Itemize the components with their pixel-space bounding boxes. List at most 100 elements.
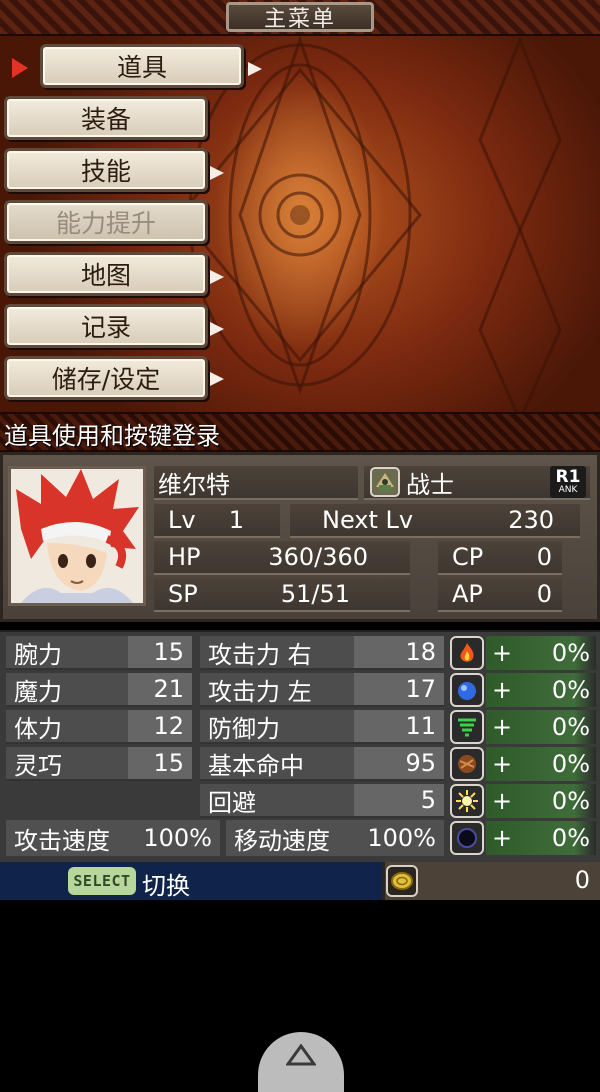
element-sign: +: [492, 639, 513, 667]
stat-evasion: 回避 5: [200, 784, 444, 818]
wind-icon: [450, 710, 484, 744]
element-sign: +: [492, 713, 513, 741]
stat-label: 基本命中: [208, 751, 304, 780]
menu-item-skills[interactable]: 技能: [4, 148, 208, 192]
chevron-up-icon: [286, 1044, 316, 1066]
select-button[interactable]: SELECT: [68, 867, 136, 895]
rank-badge-bottom: ANK: [558, 485, 578, 495]
submenu-arrow-icon: [210, 270, 224, 284]
next-level-value: 230: [508, 506, 554, 534]
stat-label: 灵巧: [14, 751, 62, 780]
cp-value: 0: [536, 543, 552, 571]
next-level-field: Next Lv 230: [290, 504, 580, 538]
element-value: 0%: [551, 639, 590, 667]
menu-item-label: 储存/设定: [51, 365, 161, 394]
stat-label: 攻击力 左: [208, 677, 312, 706]
move-speed-label: 移动速度: [234, 826, 330, 855]
stat-attack-left: 攻击力 左 17: [200, 673, 444, 707]
earth-icon: [450, 747, 484, 781]
character-name: 维尔特: [158, 470, 230, 499]
level-value: 1: [228, 506, 244, 534]
character-portrait: [8, 466, 146, 606]
stat-magic: 魔力 21: [6, 673, 192, 707]
stat-label: 回避: [208, 788, 256, 817]
hp-field: HP 360/360: [154, 541, 410, 575]
sp-value: 51/51: [280, 580, 350, 608]
stat-value: 15: [128, 636, 192, 668]
move-speed-value: 100%: [367, 824, 436, 852]
stat-value: 15: [128, 747, 192, 779]
submenu-arrow-icon: [210, 166, 224, 180]
menu-item-map[interactable]: 地图: [4, 252, 208, 296]
element-sign: +: [492, 787, 513, 815]
stat-value: 95: [354, 747, 444, 779]
character-portrait-art: [11, 469, 143, 603]
menu-item-label: 能力提升: [55, 209, 156, 238]
element-water-row: +0%: [450, 673, 596, 707]
sp-field: SP 51/51: [154, 578, 410, 612]
element-value: 0%: [551, 750, 590, 778]
stat-label: 腕力: [14, 640, 62, 669]
ap-label: AP: [452, 580, 483, 608]
stat-label: 防御力: [208, 714, 280, 743]
coin-icon: [386, 865, 418, 897]
fire-icon: [450, 636, 484, 670]
dark-icon: [450, 821, 484, 855]
menu-item-equipment[interactable]: 装备: [4, 96, 208, 140]
menu-item-label: 记录: [80, 313, 131, 342]
stat-value: 12: [128, 710, 192, 742]
next-level-label: Next Lv: [322, 506, 414, 534]
cp-label: CP: [452, 543, 484, 571]
level-label: Lv: [168, 506, 196, 534]
element-value: 0%: [551, 713, 590, 741]
stat-value: 5: [354, 784, 444, 816]
menu-item-label: 装备: [80, 105, 131, 134]
stat-value: 21: [128, 673, 192, 705]
menu-description: 道具使用和按键登录: [4, 422, 220, 450]
stat-value: 17: [354, 673, 444, 705]
stat-vitality: 体力 12: [6, 710, 192, 744]
water-icon: [450, 673, 484, 707]
menu-item-label: 地图: [80, 261, 131, 290]
level-field: Lv 1: [154, 504, 280, 538]
stat-label: 魔力: [14, 677, 62, 706]
submenu-arrow-icon: [210, 322, 224, 336]
menu-item-items[interactable]: 道具: [40, 44, 244, 88]
stat-dexterity: 灵巧 15: [6, 747, 192, 781]
menu-item-ability-up[interactable]: 能力提升: [4, 200, 208, 244]
warrior-icon: [370, 467, 400, 497]
submenu-arrow-icon: [248, 62, 262, 76]
rank-badge: R1 ANK: [550, 466, 586, 498]
money-value: 0: [574, 866, 590, 894]
hp-value: 360/360: [268, 543, 368, 571]
element-sign: +: [492, 824, 513, 852]
element-sign: +: [492, 676, 513, 704]
stat-value: 18: [354, 636, 444, 668]
attack-speed-field: 攻击速度 100%: [6, 820, 220, 856]
switch-label: 切换: [142, 872, 190, 900]
element-sign: +: [492, 750, 513, 778]
hp-label: HP: [168, 543, 201, 571]
character-class: 战士: [406, 470, 454, 499]
element-dark-row: +0%: [450, 821, 596, 855]
rank-badge-top: R1: [555, 467, 581, 487]
cp-field: CP 0: [438, 541, 562, 575]
attack-speed-value: 100%: [143, 824, 212, 852]
menu-item-save-settings[interactable]: 储存/设定: [4, 356, 208, 400]
menu-item-label: 技能: [80, 157, 131, 186]
element-light-row: +0%: [450, 784, 596, 818]
stat-strength: 腕力 15: [6, 636, 192, 670]
selection-cursor-icon: [12, 58, 28, 78]
nav-up-button[interactable]: [258, 1032, 344, 1092]
stat-accuracy: 基本命中 95: [200, 747, 444, 781]
ap-field: AP 0: [438, 578, 562, 612]
submenu-arrow-icon: [210, 372, 224, 386]
page-title: 主菜单: [226, 2, 374, 32]
stat-defense: 防御力 11: [200, 710, 444, 744]
stat-label: 体力: [14, 714, 62, 743]
light-icon: [450, 784, 484, 818]
element-wind-row: +0%: [450, 710, 596, 744]
stat-attack-right: 攻击力 右 18: [200, 636, 444, 670]
menu-item-records[interactable]: 记录: [4, 304, 208, 348]
character-class-field: 战士 R1 ANK: [364, 466, 590, 500]
